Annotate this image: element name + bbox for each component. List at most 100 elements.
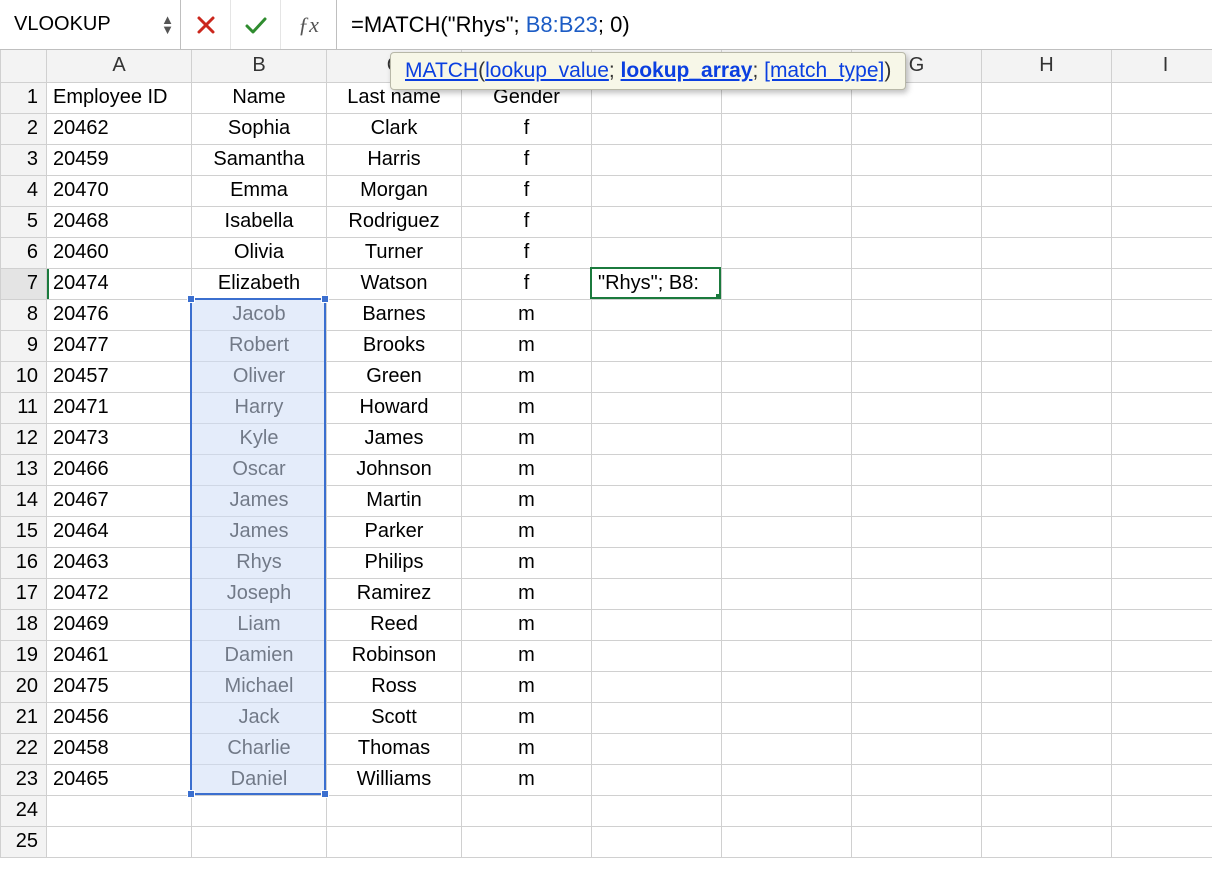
cell[interactable]: Williams [327, 764, 462, 795]
cell[interactable]: f [462, 268, 592, 299]
cell[interactable] [982, 423, 1112, 454]
cell[interactable] [722, 299, 852, 330]
tooltip-arg-match-type[interactable]: [match_type] [764, 59, 884, 82]
cell[interactable] [1112, 113, 1212, 144]
cell[interactable] [1112, 795, 1212, 826]
cell[interactable] [722, 702, 852, 733]
cell[interactable]: Michael [192, 671, 327, 702]
cell[interactable]: Harris [327, 144, 462, 175]
cell[interactable]: Johnson [327, 454, 462, 485]
cell[interactable]: Charlie [192, 733, 327, 764]
cell[interactable]: 20457 [47, 361, 192, 392]
cancel-button[interactable] [181, 0, 231, 49]
cell[interactable] [1112, 640, 1212, 671]
cell[interactable]: Samantha [192, 144, 327, 175]
cell[interactable] [982, 764, 1112, 795]
tooltip-func[interactable]: MATCH [405, 59, 478, 82]
cell[interactable] [982, 702, 1112, 733]
cell[interactable] [722, 578, 852, 609]
cell[interactable] [982, 795, 1112, 826]
cell[interactable]: Oliver [192, 361, 327, 392]
cell[interactable]: Philips [327, 547, 462, 578]
row-header[interactable]: 4 [1, 175, 47, 206]
col-header-I[interactable]: I [1112, 50, 1212, 82]
row-header[interactable]: 3 [1, 144, 47, 175]
cell[interactable] [592, 113, 722, 144]
cell[interactable] [722, 547, 852, 578]
row-header[interactable]: 1 [1, 82, 47, 113]
row-header[interactable]: 14 [1, 485, 47, 516]
cell[interactable] [982, 144, 1112, 175]
cell[interactable]: Joseph [192, 578, 327, 609]
row-header[interactable]: 15 [1, 516, 47, 547]
cell[interactable]: m [462, 702, 592, 733]
cell[interactable]: m [462, 516, 592, 547]
cell[interactable]: Turner [327, 237, 462, 268]
cell[interactable] [852, 485, 982, 516]
row-header[interactable]: 5 [1, 206, 47, 237]
cell[interactable] [462, 826, 592, 857]
cell[interactable] [592, 826, 722, 857]
cell[interactable]: m [462, 423, 592, 454]
cell[interactable]: f [462, 175, 592, 206]
cell[interactable] [722, 826, 852, 857]
cell[interactable] [592, 640, 722, 671]
cell[interactable] [1112, 609, 1212, 640]
row-header[interactable]: 11 [1, 392, 47, 423]
cell[interactable] [592, 702, 722, 733]
cell[interactable] [852, 454, 982, 485]
cell[interactable]: m [462, 330, 592, 361]
cell[interactable] [852, 268, 982, 299]
cell[interactable] [982, 82, 1112, 113]
cell[interactable] [1112, 671, 1212, 702]
cell[interactable]: m [462, 299, 592, 330]
cell[interactable]: 20456 [47, 702, 192, 733]
cell[interactable] [592, 454, 722, 485]
cell[interactable]: Jacob [192, 299, 327, 330]
cell[interactable]: 20460 [47, 237, 192, 268]
row-header[interactable]: 19 [1, 640, 47, 671]
cell[interactable] [852, 516, 982, 547]
cell[interactable] [852, 640, 982, 671]
cell[interactable] [722, 392, 852, 423]
cell[interactable] [722, 361, 852, 392]
cell[interactable]: 20475 [47, 671, 192, 702]
cell[interactable] [852, 330, 982, 361]
cell[interactable] [982, 299, 1112, 330]
cell[interactable] [982, 268, 1112, 299]
cell[interactable]: 20473 [47, 423, 192, 454]
cell[interactable]: Rhys [192, 547, 327, 578]
cell[interactable] [47, 795, 192, 826]
cell[interactable] [592, 175, 722, 206]
cell[interactable]: Isabella [192, 206, 327, 237]
cell[interactable] [592, 733, 722, 764]
cell[interactable]: 20470 [47, 175, 192, 206]
cell[interactable]: f [462, 206, 592, 237]
cell[interactable] [852, 547, 982, 578]
cell[interactable] [722, 330, 852, 361]
cell[interactable] [722, 485, 852, 516]
cell[interactable] [1112, 547, 1212, 578]
cell[interactable] [1112, 826, 1212, 857]
row-header[interactable]: 18 [1, 609, 47, 640]
cell[interactable]: f [462, 144, 592, 175]
cell[interactable]: 20459 [47, 144, 192, 175]
cell[interactable]: Daniel [192, 764, 327, 795]
cell[interactable]: 20466 [47, 454, 192, 485]
tooltip-arg-lookup-value[interactable]: lookup_value [485, 59, 609, 82]
cell[interactable]: m [462, 485, 592, 516]
cell[interactable]: Kyle [192, 423, 327, 454]
cell[interactable] [852, 392, 982, 423]
cell[interactable] [982, 671, 1112, 702]
cell[interactable]: Robert [192, 330, 327, 361]
cell[interactable]: 20469 [47, 609, 192, 640]
cell[interactable]: Damien [192, 640, 327, 671]
cell[interactable] [1112, 764, 1212, 795]
select-all-corner[interactable] [1, 50, 47, 82]
cell[interactable]: m [462, 671, 592, 702]
cell[interactable] [722, 175, 852, 206]
cell[interactable]: m [462, 454, 592, 485]
cell[interactable]: m [462, 361, 592, 392]
row-header[interactable]: 9 [1, 330, 47, 361]
cell[interactable] [1112, 578, 1212, 609]
